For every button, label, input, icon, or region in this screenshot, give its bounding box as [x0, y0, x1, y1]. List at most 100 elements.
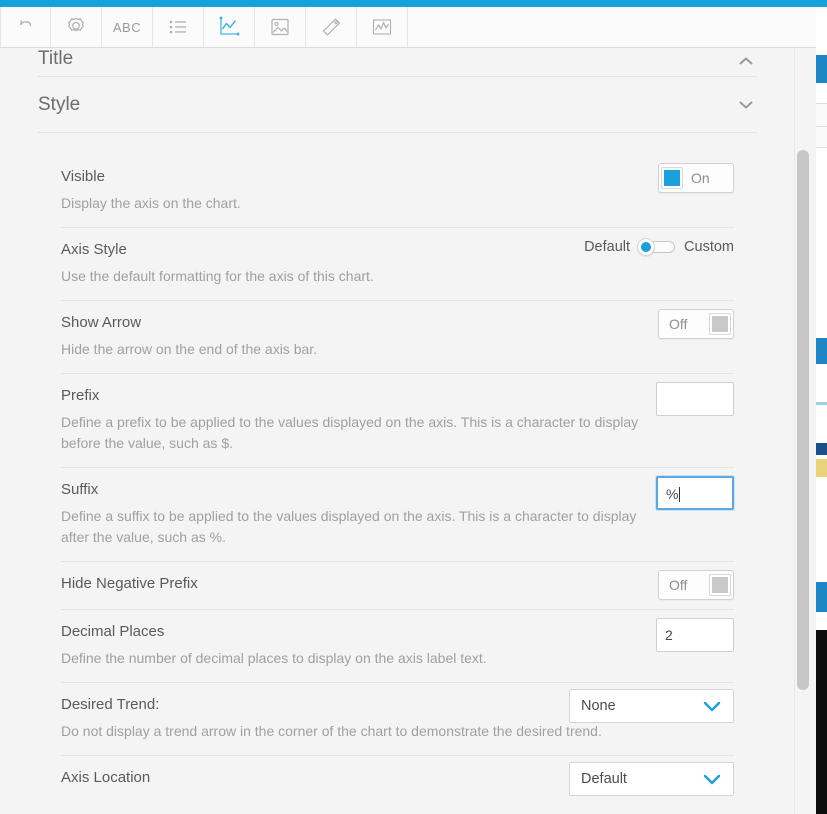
setting-description: Define a suffix to be applied to the val… [61, 508, 637, 545]
setting-label: Prefix [61, 387, 100, 404]
show-arrow-toggle[interactable]: Off [658, 309, 734, 339]
suffix-input-wrapper[interactable]: % [656, 476, 734, 510]
image-button[interactable] [255, 7, 306, 47]
chart-axis-button[interactable] [204, 7, 255, 47]
scrollbar-thumb[interactable] [797, 150, 809, 690]
switch-knob [637, 238, 656, 256]
undo-icon [15, 16, 37, 38]
abc-text-icon: ABC [112, 19, 142, 35]
section-header-title[interactable]: Title [38, 48, 757, 77]
setting-row-prefix: Prefix Define a prefix to be applied to … [61, 374, 734, 468]
gear-icon [64, 15, 88, 39]
setting-row-hide-negative-prefix: Hide Negative Prefix Off [61, 562, 734, 610]
sparkline-chart-icon [370, 17, 394, 37]
prefix-input-wrapper[interactable] [656, 382, 734, 416]
suffix-input[interactable]: % [656, 476, 734, 510]
toggle-knob [709, 313, 731, 335]
edge-strip [816, 364, 827, 402]
switch-label-custom: Custom [684, 239, 734, 255]
prefix-input[interactable] [656, 382, 734, 416]
bulleted-list-icon [167, 17, 189, 37]
settings-button[interactable] [51, 7, 102, 47]
setting-description: Define a prefix to be applied to the val… [61, 414, 639, 451]
edge-strip [816, 127, 827, 147]
section-header-style[interactable]: Style [38, 77, 757, 133]
toolbar-empty-space [408, 7, 827, 47]
toggle-state-label: Off [669, 577, 688, 593]
label-tag-icon [319, 16, 343, 38]
setting-row-desired-trend: Desired Trend: Do not display a trend ar… [61, 683, 734, 756]
vertical-scrollbar[interactable] [794, 48, 811, 814]
background-window-edge [816, 0, 827, 814]
edge-strip [816, 443, 827, 455]
setting-row-suffix: Suffix Define a suffix to be applied to … [61, 468, 734, 562]
chevron-up-icon[interactable] [735, 50, 757, 72]
toggle-switch-default-custom[interactable] [637, 238, 677, 256]
axis-style-switch[interactable]: Default Custom [584, 238, 734, 256]
edge-strip [816, 0, 827, 7]
toggle-state-label: On [691, 170, 710, 186]
setting-label: Suffix [61, 481, 99, 498]
chevron-down-icon[interactable] [735, 94, 757, 116]
decimal-places-input[interactable]: 2 [656, 618, 734, 652]
settings-list: Visible Display the axis on the chart. O… [0, 133, 795, 804]
window-accent-bar [0, 0, 827, 7]
toggle-knob [709, 574, 731, 596]
edge-strip [816, 148, 827, 338]
setting-description: Define the number of decimal places to d… [61, 650, 487, 666]
suffix-input-value: % [666, 486, 679, 502]
setting-description: Do not display a trend arrow in the corn… [61, 723, 602, 739]
setting-description: Display the axis on the chart. [61, 195, 241, 211]
edge-strip [816, 7, 827, 55]
undo-button[interactable] [0, 7, 51, 47]
dropdown-value: Default [581, 771, 627, 787]
edge-strip [816, 338, 827, 364]
setting-row-visible: Visible Display the axis on the chart. O… [61, 155, 734, 228]
setting-label: Decimal Places [61, 623, 165, 640]
chevron-down-icon[interactable] [701, 700, 723, 713]
hide-negative-prefix-toggle[interactable]: Off [658, 570, 734, 600]
style-settings-panel: Title Style Visible Display the axis on … [0, 48, 795, 814]
visible-toggle[interactable]: On [658, 163, 734, 194]
axis-location-select[interactable]: Default [569, 762, 734, 796]
desired-trend-select[interactable]: None [569, 689, 734, 723]
edge-strip [816, 83, 827, 103]
dropdown[interactable]: None [569, 689, 734, 723]
edge-strip [816, 630, 827, 814]
settings-panel-window: ABC Title Style Visible Display the axis… [0, 0, 827, 814]
setting-label: Show Arrow [61, 314, 142, 331]
dropdown[interactable]: Default [569, 762, 734, 796]
setting-description: Use the default formatting for the axis … [61, 268, 374, 284]
setting-row-show-arrow: Show Arrow Hide the arrow on the end of … [61, 301, 734, 374]
setting-description: Hide the arrow on the end of the axis ba… [61, 341, 318, 357]
toggle-knob [661, 167, 683, 189]
edge-strip [816, 459, 827, 477]
switch-label-default: Default [584, 239, 631, 255]
setting-row-decimal-places: Decimal Places Define the number of deci… [61, 610, 734, 683]
setting-row-axis-style: Axis Style Use the default formatting fo… [61, 228, 734, 301]
dropdown-value: None [581, 698, 616, 714]
list-button[interactable] [153, 7, 204, 47]
section-title-style: Style [38, 93, 81, 115]
line-chart-axis-icon [217, 16, 241, 38]
toggle-switch-off[interactable]: Off [658, 309, 734, 339]
setting-label: Hide Negative Prefix [61, 575, 198, 592]
section-title-title: Title [38, 48, 74, 69]
text-caret [679, 487, 681, 502]
setting-label: Visible [61, 168, 105, 185]
picture-icon [269, 17, 291, 37]
toggle-state-label: Off [669, 316, 688, 332]
edge-strip [816, 55, 827, 83]
sparkline-button[interactable] [357, 7, 408, 47]
setting-row-axis-location: Axis Location Default [61, 756, 734, 804]
tag-button[interactable] [306, 7, 357, 47]
toolbar: ABC [0, 7, 827, 48]
chevron-down-icon[interactable] [701, 773, 723, 786]
edge-strip [816, 612, 827, 630]
toggle-switch-on[interactable]: On [658, 163, 734, 193]
text-button[interactable]: ABC [102, 7, 153, 47]
edge-strip [816, 582, 827, 612]
toggle-switch-off[interactable]: Off [658, 570, 734, 600]
edge-strip [816, 405, 827, 443]
decimal-places-input-wrapper[interactable]: 2 [656, 618, 734, 652]
